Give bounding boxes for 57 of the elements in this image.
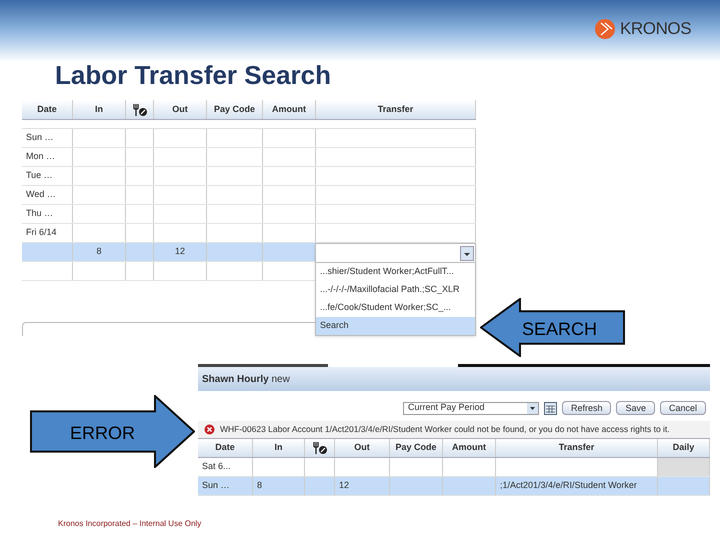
- toolbar-button[interactable]: Cancel: [660, 401, 706, 415]
- toolbar-button[interactable]: Refresh: [562, 401, 612, 415]
- column-header: Pay Code: [395, 441, 436, 454]
- table-cell-text: Sun …: [26, 131, 54, 144]
- column-header: Amount: [452, 441, 486, 454]
- table-row[interactable]: Wed …: [22, 186, 476, 205]
- column-header: In: [274, 441, 282, 454]
- table-row[interactable]: Sun …: [22, 129, 476, 148]
- error-text: WHF-00623 Labor Account 1/Act201/3/4/e/RI/Student Worker could not be found, or you do not have access rights to it.: [220, 423, 670, 436]
- table-row[interactable]: Tue …: [22, 167, 476, 186]
- column-header: Transfer: [378, 102, 414, 116]
- dropdown-caret-icon[interactable]: [460, 246, 474, 260]
- callout-label: ERROR: [70, 422, 136, 444]
- column-header: Amount: [272, 102, 306, 116]
- table-cell-text: 12: [339, 479, 350, 492]
- column-header: Date: [215, 441, 235, 454]
- table-cell-text: 8: [96, 245, 102, 258]
- calendar-icon[interactable]: [544, 402, 557, 414]
- column-header: Date: [37, 102, 57, 116]
- logo-icon: [594, 18, 616, 40]
- column-header: In: [95, 102, 103, 116]
- table-cell-text: Fri 6/14: [26, 226, 57, 240]
- logo-text: KRONOS: [620, 18, 692, 40]
- table-cell-text: 12: [174, 245, 185, 258]
- toolbar-button[interactable]: Save: [616, 401, 655, 415]
- meal-break-icon: [312, 441, 328, 455]
- column-header: Daily: [672, 441, 694, 454]
- table-row[interactable]: Sat 6...: [198, 458, 710, 477]
- table-row[interactable]: Mon …: [22, 148, 476, 167]
- dropdown-option[interactable]: Search: [316, 317, 475, 335]
- dropdown-caret-icon[interactable]: [526, 402, 538, 414]
- table-cell-text: 8: [257, 479, 262, 492]
- table-cell-text: Sun …: [202, 479, 230, 492]
- dropdown-option[interactable]: ...-/-/-/-/Maxillofacial Path.;SC_XLR: [316, 281, 475, 299]
- slide-title: Labor Transfer Search: [55, 59, 331, 92]
- table-cell-text: ;1/Act201/3/4/e/RI/Student Worker: [500, 479, 637, 492]
- column-header: Pay Code: [214, 102, 255, 116]
- column-header: Out: [172, 102, 188, 116]
- table-cell-text: Tue …: [26, 169, 53, 182]
- callout-label: SEARCH: [522, 318, 598, 340]
- meal-break-icon: [132, 102, 148, 116]
- table-row[interactable]: Sun … 8 12 ;1/Act201/3/4/e/RI/Student Worker: [198, 477, 710, 496]
- pay-period-select[interactable]: Current Pay Period: [402, 402, 539, 414]
- error-icon: [204, 424, 215, 435]
- column-header: Out: [354, 441, 370, 454]
- table-cell-text: Thu …: [26, 207, 54, 220]
- table-cell-text: Sat 6...: [202, 460, 231, 474]
- table-cell-text: Wed …: [26, 188, 56, 202]
- footer-text: Kronos Incorporated – Internal Use Only: [58, 518, 202, 530]
- table-row[interactable]: Thu …: [22, 205, 476, 224]
- transfer-field[interactable]: [316, 244, 475, 263]
- table-row[interactable]: Fri 6/14: [22, 224, 476, 243]
- dropdown-option[interactable]: ...fe/Cook/Student Worker;SC_...: [316, 299, 475, 317]
- table-cell-text: Mon …: [26, 150, 56, 164]
- column-header: Transfer: [558, 441, 594, 454]
- employee-name: Shawn Hourly new: [202, 372, 290, 386]
- dropdown-option[interactable]: ...shier/Student Worker;ActFullT...: [316, 263, 475, 281]
